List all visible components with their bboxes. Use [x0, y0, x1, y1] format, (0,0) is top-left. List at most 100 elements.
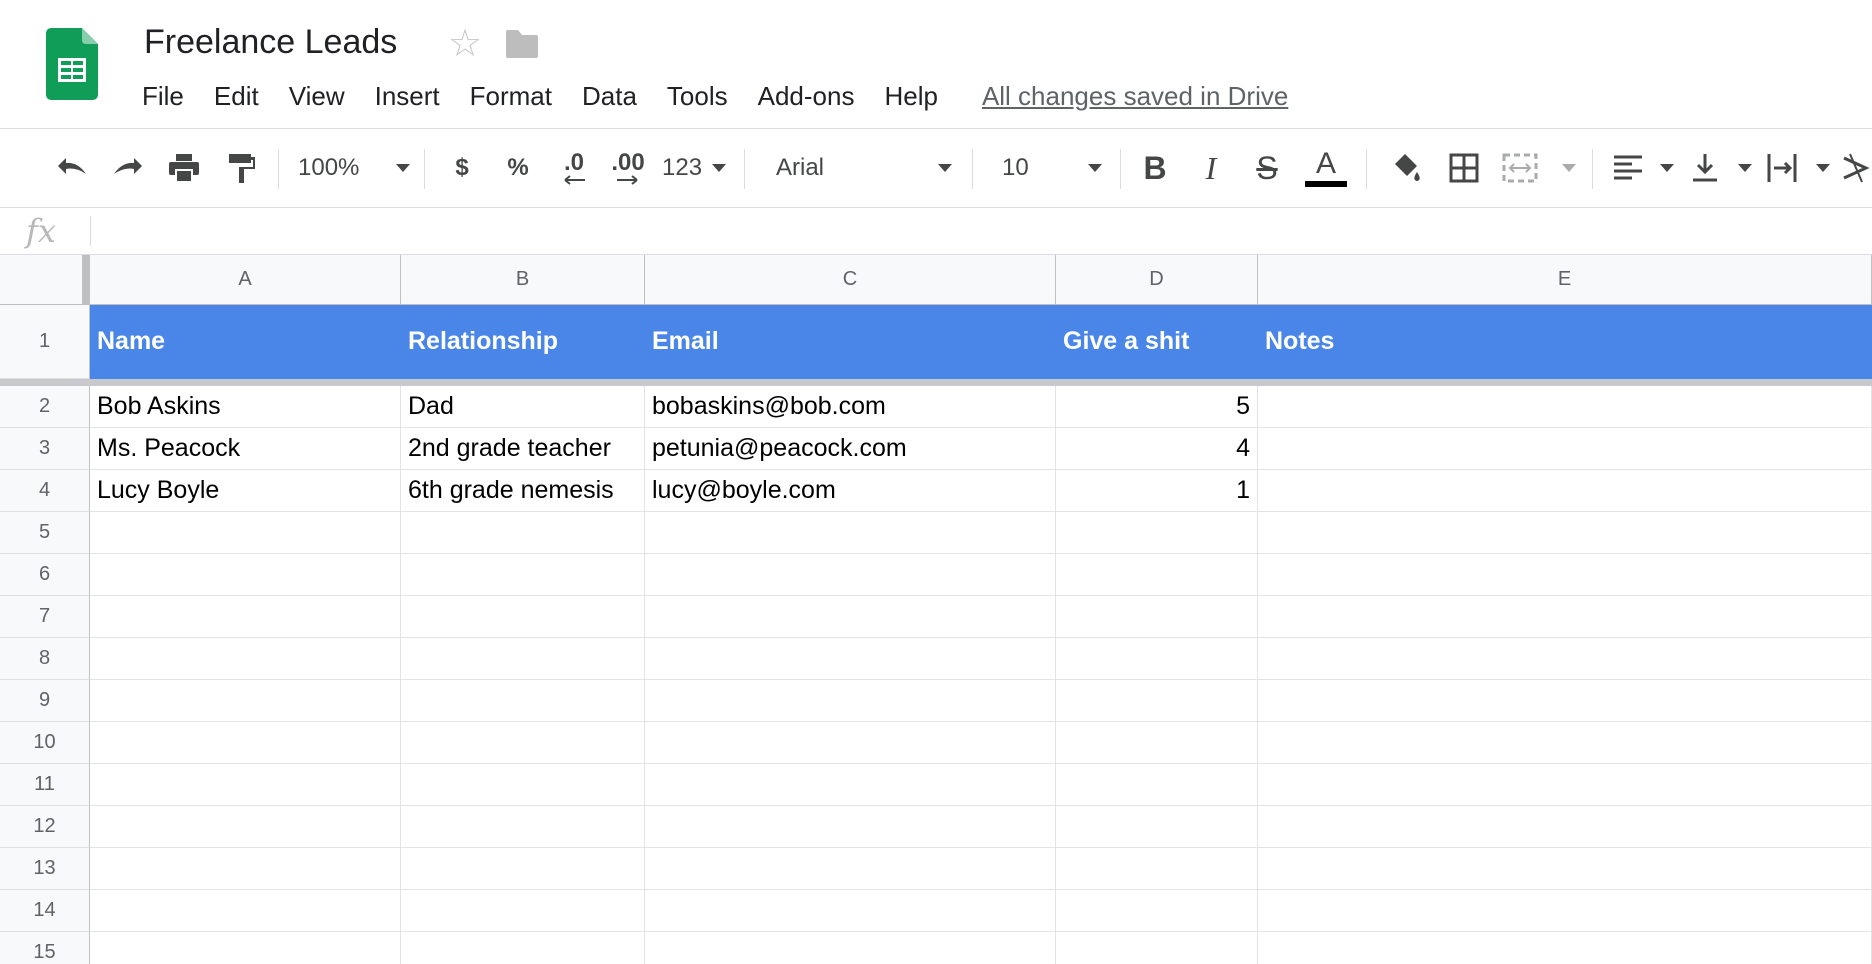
empty-cell[interactable] — [645, 596, 1056, 638]
empty-cell[interactable] — [645, 764, 1056, 806]
cell-e3[interactable] — [1258, 428, 1872, 470]
empty-cell[interactable] — [1258, 848, 1872, 890]
cell-b1[interactable]: Relationship — [401, 305, 645, 379]
empty-cell[interactable] — [645, 806, 1056, 848]
menu-view[interactable]: View — [289, 78, 345, 114]
bold-icon[interactable]: B — [1138, 147, 1172, 189]
currency-format-button[interactable]: $ — [446, 147, 478, 189]
empty-cell[interactable] — [1056, 596, 1258, 638]
cell-b2[interactable]: Dad — [401, 386, 645, 428]
row-header-14[interactable]: 14 — [0, 890, 90, 932]
menu-tools[interactable]: Tools — [667, 78, 728, 114]
empty-cell[interactable] — [401, 596, 645, 638]
frozen-columns-handle[interactable] — [82, 255, 90, 305]
text-rotation-icon[interactable] — [1840, 147, 1870, 189]
empty-cell[interactable] — [1056, 806, 1258, 848]
cell-d3[interactable]: 4 — [1056, 428, 1258, 470]
empty-cell[interactable] — [1258, 596, 1872, 638]
row-header-11[interactable]: 11 — [0, 764, 90, 806]
text-wrapping-icon[interactable] — [1766, 147, 1830, 189]
empty-cell[interactable] — [645, 722, 1056, 764]
borders-icon[interactable] — [1442, 147, 1486, 189]
cell-a1[interactable]: Name — [90, 305, 401, 379]
empty-cell[interactable] — [90, 512, 401, 554]
column-header-b[interactable]: B — [401, 255, 645, 305]
empty-cell[interactable] — [1258, 764, 1872, 806]
empty-cell[interactable] — [1258, 554, 1872, 596]
row-header-10[interactable]: 10 — [0, 722, 90, 764]
cell-a3[interactable]: Ms. Peacock — [90, 428, 401, 470]
empty-cell[interactable] — [401, 890, 645, 932]
empty-cell[interactable] — [1056, 680, 1258, 722]
more-formats-select[interactable]: 123 — [662, 147, 726, 189]
column-header-d[interactable]: D — [1056, 255, 1258, 305]
cell-b3[interactable]: 2nd grade teacher — [401, 428, 645, 470]
empty-cell[interactable] — [1258, 638, 1872, 680]
menu-edit[interactable]: Edit — [214, 78, 259, 114]
empty-cell[interactable] — [401, 932, 645, 964]
empty-cell[interactable] — [1056, 722, 1258, 764]
empty-cell[interactable] — [1258, 680, 1872, 722]
cell-e4[interactable] — [1258, 470, 1872, 512]
row-header-13[interactable]: 13 — [0, 848, 90, 890]
row-header-5[interactable]: 5 — [0, 512, 90, 554]
cell-e2[interactable] — [1258, 386, 1872, 428]
select-all-corner[interactable] — [0, 255, 90, 305]
empty-cell[interactable] — [645, 680, 1056, 722]
row-header-1[interactable]: 1 — [0, 305, 90, 379]
row-header-6[interactable]: 6 — [0, 554, 90, 596]
document-title[interactable]: Freelance Leads — [144, 22, 397, 62]
increase-decimals-button[interactable]: .00 — [604, 147, 652, 189]
empty-cell[interactable] — [1056, 512, 1258, 554]
column-header-c[interactable]: C — [645, 255, 1056, 305]
empty-cell[interactable] — [90, 806, 401, 848]
empty-cell[interactable] — [1258, 512, 1872, 554]
formula-input[interactable] — [100, 208, 1860, 254]
empty-cell[interactable] — [645, 932, 1056, 964]
empty-cell[interactable] — [1056, 890, 1258, 932]
menu-file[interactable]: File — [142, 78, 184, 114]
empty-cell[interactable] — [90, 890, 401, 932]
empty-cell[interactable] — [90, 554, 401, 596]
row-header-4[interactable]: 4 — [0, 470, 90, 512]
menu-insert[interactable]: Insert — [375, 78, 440, 114]
print-icon[interactable] — [162, 147, 206, 189]
column-header-a[interactable]: A — [90, 255, 401, 305]
cell-e1[interactable]: Notes — [1258, 305, 1872, 379]
star-icon[interactable]: ☆ — [448, 24, 482, 64]
cell-d4[interactable]: 1 — [1056, 470, 1258, 512]
cell-d2[interactable]: 5 — [1056, 386, 1258, 428]
empty-cell[interactable] — [90, 680, 401, 722]
row-header-8[interactable]: 8 — [0, 638, 90, 680]
merge-cells-icon[interactable] — [1502, 147, 1576, 189]
fill-color-icon[interactable] — [1386, 147, 1426, 189]
empty-cell[interactable] — [401, 638, 645, 680]
cell-c1[interactable]: Email — [645, 305, 1056, 379]
save-status-link[interactable]: All changes saved in Drive — [982, 81, 1288, 112]
empty-cell[interactable] — [1056, 554, 1258, 596]
row-header-7[interactable]: 7 — [0, 596, 90, 638]
empty-cell[interactable] — [401, 512, 645, 554]
empty-cell[interactable] — [1258, 932, 1872, 964]
percent-format-button[interactable]: % — [502, 147, 534, 189]
empty-cell[interactable] — [645, 848, 1056, 890]
frozen-rows-handle[interactable] — [0, 379, 1872, 386]
cell-a4[interactable]: Lucy Boyle — [90, 470, 401, 512]
italic-icon[interactable]: I — [1194, 147, 1228, 189]
empty-cell[interactable] — [1056, 932, 1258, 964]
row-header-2[interactable]: 2 — [0, 386, 90, 428]
sheets-logo-icon[interactable] — [46, 28, 98, 100]
paint-format-icon[interactable] — [220, 147, 264, 189]
redo-icon[interactable] — [106, 147, 150, 189]
empty-cell[interactable] — [90, 596, 401, 638]
empty-cell[interactable] — [645, 890, 1056, 932]
empty-cell[interactable] — [645, 512, 1056, 554]
folder-icon[interactable] — [504, 28, 540, 60]
empty-cell[interactable] — [645, 554, 1056, 596]
empty-cell[interactable] — [645, 638, 1056, 680]
empty-cell[interactable] — [90, 848, 401, 890]
row-header-15[interactable]: 15 — [0, 932, 90, 964]
row-header-12[interactable]: 12 — [0, 806, 90, 848]
empty-cell[interactable] — [1056, 764, 1258, 806]
cell-b4[interactable]: 6th grade nemesis — [401, 470, 645, 512]
